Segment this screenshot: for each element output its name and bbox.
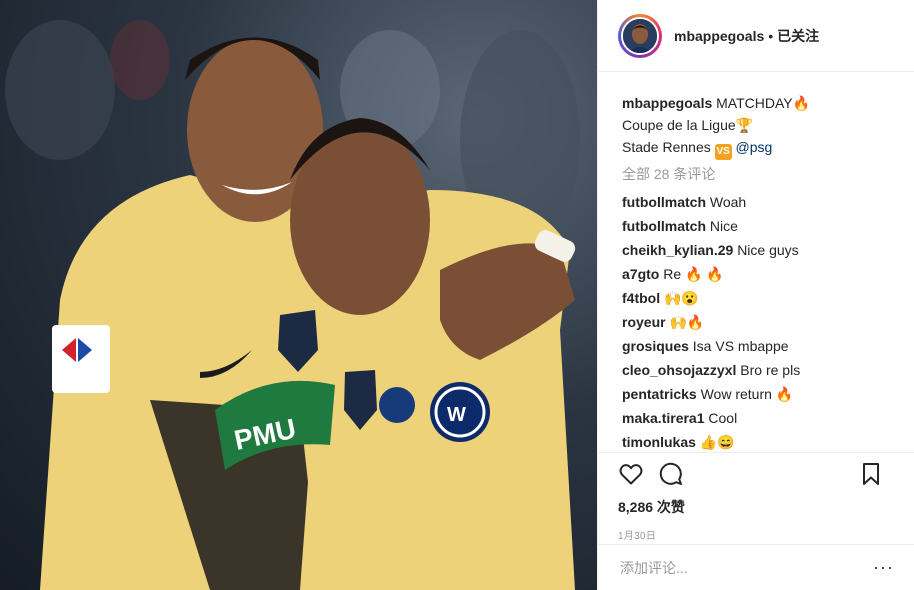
svg-text:W: W <box>447 404 466 426</box>
comment-text: Isa VS mbappe <box>692 338 789 354</box>
comment-item: maka.tirera1 Cool <box>622 406 902 430</box>
vs-badge: VS <box>714 144 732 160</box>
caption-line1: MATCHDAY🔥 <box>716 95 811 111</box>
avatar[interactable] <box>618 13 662 58</box>
header-username[interactable]: mbappegoals <box>674 28 764 44</box>
comments-list: mbappegoals MATCHDAY🔥 Coupe de la Ligue🏆… <box>622 92 902 452</box>
comment-text: Cool <box>708 410 738 426</box>
comment-text: Bro re pls <box>740 362 801 378</box>
comment-username[interactable]: futbollmatch <box>622 194 706 210</box>
comment-item: futbollmatch Nice <box>622 214 902 238</box>
comment-item: royeur 🙌🔥 <box>622 310 902 334</box>
avatar-image <box>621 16 659 55</box>
comment-text: 👍😄 <box>699 434 735 450</box>
comment-text: Nice guys <box>737 242 799 258</box>
comment-text: 🙌🔥 <box>669 314 705 330</box>
comment-username[interactable]: pentatricks <box>622 386 697 402</box>
comment-text: Wow return 🔥 <box>700 386 794 402</box>
comment-item: grosiques Isa VS mbappe <box>622 334 902 358</box>
more-options-icon[interactable]: ··· <box>873 557 894 578</box>
add-comment-input[interactable] <box>618 558 874 577</box>
comment-icon[interactable] <box>658 461 684 487</box>
caption-line2: Coupe de la Ligue🏆 <box>622 117 754 133</box>
post-photo[interactable]: PMU W <box>0 0 597 590</box>
view-all-comments-link[interactable]: 全部 28 条评论 <box>622 162 902 186</box>
caption-username[interactable]: mbappegoals <box>622 95 712 111</box>
comment-item: cleo_ohsojazzyxl Bro re pls <box>622 358 902 382</box>
comment-text: Nice <box>709 218 738 234</box>
heart-icon[interactable] <box>618 461 644 487</box>
comment-item: pentatricks Wow return 🔥 <box>622 382 902 406</box>
follow-status-button[interactable]: 已关注 <box>777 26 819 46</box>
comment-username[interactable]: f4tbol <box>622 290 660 306</box>
comment-username[interactable]: futbollmatch <box>622 218 706 234</box>
action-icons <box>618 453 894 495</box>
bookmark-icon[interactable] <box>858 461 884 487</box>
post-header: mbappegoals • 已关注 <box>598 0 914 72</box>
comment-username[interactable]: grosiques <box>622 338 689 354</box>
mention-link[interactable]: @psg <box>736 139 773 155</box>
post-side-panel: mbappegoals • 已关注 mbappegoals MATCHDAY🔥 … <box>597 0 914 590</box>
comment-item: timonlukas 👍😄 <box>622 430 902 452</box>
caption-line3: Stade Rennes <box>622 139 711 155</box>
comment-text: 🙌😮 <box>664 290 699 306</box>
comment-username[interactable]: cheikh_kylian.29 <box>622 242 733 258</box>
comment-username[interactable]: maka.tirera1 <box>622 410 705 426</box>
add-comment-bar: ··· <box>598 544 914 590</box>
post-caption: mbappegoals MATCHDAY🔥 Coupe de la Ligue🏆… <box>622 92 902 160</box>
comment-text: Re 🔥 🔥 <box>663 266 724 282</box>
comment-item: cheikh_kylian.29 Nice guys <box>622 238 902 262</box>
instagram-post: PMU W mbappegoals • 已关注 mbappegoals MATC… <box>0 0 914 590</box>
header-separator: • <box>768 27 774 44</box>
players-illustration: PMU W <box>5 20 580 590</box>
comment-username[interactable]: a7gto <box>622 266 659 282</box>
comment-text: Woah <box>709 194 747 210</box>
comment-item: f4tbol 🙌😮 <box>622 286 902 310</box>
post-actions: 8,286 次赞 1月30日 <box>598 452 914 544</box>
post-timestamp: 1月30日 <box>618 531 657 542</box>
likes-count[interactable]: 8,286 次赞 <box>618 497 894 517</box>
comment-username[interactable]: royeur <box>622 314 666 330</box>
comment-username[interactable]: timonlukas <box>622 434 696 450</box>
comment-item: a7gto Re 🔥 🔥 <box>622 262 902 286</box>
comment-username[interactable]: cleo_ohsojazzyxl <box>622 362 736 378</box>
comment-item: futbollmatch Woah <box>622 190 902 214</box>
